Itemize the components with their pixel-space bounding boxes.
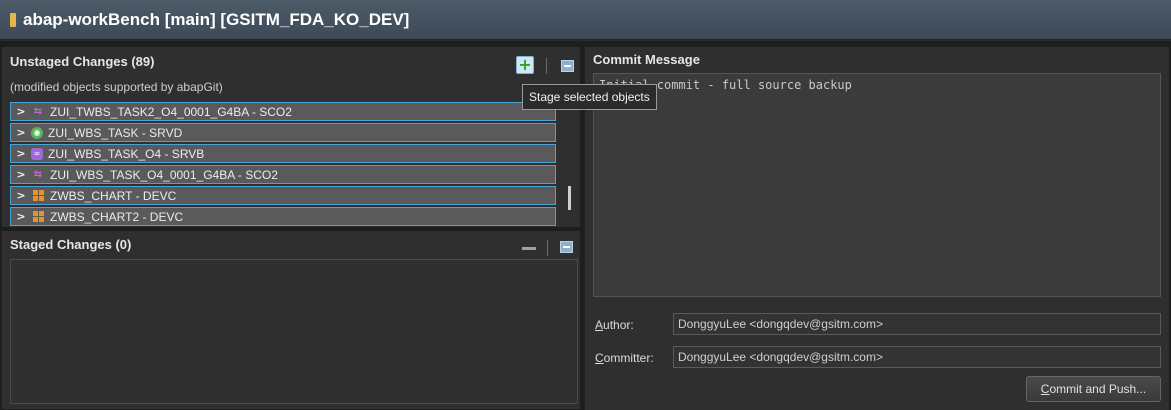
chevron-right-icon[interactable]: >: [14, 147, 28, 160]
tree-row-label: ZWBS_CHART2 - DEVC: [50, 209, 184, 224]
workbench-body: Unstaged Changes (89) (modified objects …: [0, 41, 1171, 410]
unstaged-changes-subtitle: (modified objects supported by abapGit): [10, 80, 223, 94]
tree-row-label: ZUI_TWBS_TASK2_O4_0001_G4BA - SCO2: [50, 104, 292, 119]
commit-message-title: Commit Message: [593, 52, 700, 67]
tree-row-label: ZUI_WBS_TASK_O4_0001_G4BA - SCO2: [50, 167, 278, 182]
srvb-icon: ∞: [31, 147, 43, 160]
minus-icon: [522, 246, 536, 250]
collapse-all-icon: [559, 241, 573, 253]
staged-list[interactable]: [10, 259, 578, 404]
window-title: abap-workBench [main] [GSITM_FDA_KO_DEV]: [23, 9, 410, 29]
commit-and-push-button[interactable]: Commit and Push...: [1026, 376, 1161, 402]
collapse-all-button[interactable]: [557, 238, 575, 256]
window-title-bar: abap-workBench [main] [GSITM_FDA_KO_DEV]: [0, 0, 1171, 40]
stage-tooltip: Stage selected objects: [522, 84, 657, 110]
collapse-all-button[interactable]: [558, 57, 576, 75]
committer-label: Committer:: [595, 351, 654, 365]
committer-field[interactable]: DonggyuLee <dongqdev@gsitm.com>: [673, 346, 1161, 368]
tree-row[interactable]: > ◉ ZUI_WBS_TASK - SRVD: [10, 123, 556, 142]
toolbar-separator: [547, 240, 548, 256]
chevron-right-icon[interactable]: >: [14, 105, 28, 118]
staged-changes-panel: Staged Changes (0): [2, 231, 580, 409]
repository-icon: [10, 12, 16, 27]
unstaged-changes-title: Unstaged Changes (89): [10, 54, 155, 69]
tree-row[interactable]: > ZWBS_CHART2 - DEVC: [10, 207, 556, 226]
srvd-icon: ◉: [31, 126, 43, 139]
toolbar-separator: [546, 58, 547, 74]
collapse-all-icon: [560, 60, 574, 72]
tree-row[interactable]: > ZWBS_CHART - DEVC: [10, 186, 556, 205]
unstage-button[interactable]: [520, 239, 538, 257]
unstaged-changes-panel: Unstaged Changes (89) (modified objects …: [2, 47, 580, 227]
stage-selected-button[interactable]: +: [516, 56, 534, 74]
tree-row[interactable]: > ∞ ZUI_WBS_TASK_O4 - SRVB: [10, 144, 556, 163]
chevron-right-icon[interactable]: >: [14, 189, 28, 202]
author-label: Author:: [595, 318, 634, 332]
tree-row-label: ZUI_WBS_TASK_O4 - SRVB: [48, 146, 205, 161]
package-icon: [31, 211, 45, 223]
chevron-right-icon[interactable]: >: [14, 210, 28, 223]
unstaged-tree: > ⇆ ZUI_TWBS_TASK2_O4_0001_G4BA - SCO2 >…: [10, 102, 558, 227]
tree-row-label: ZUI_WBS_TASK - SRVD: [48, 125, 183, 140]
plus-icon: +: [518, 55, 532, 74]
tree-row[interactable]: > ⇆ ZUI_WBS_TASK_O4_0001_G4BA - SCO2: [10, 165, 556, 184]
sco2-icon: ⇆: [33, 169, 43, 180]
vertical-scrollbar[interactable]: [568, 186, 571, 210]
commit-message-input[interactable]: Initial commit - full source backup: [593, 73, 1161, 297]
chevron-right-icon[interactable]: >: [14, 168, 28, 181]
package-icon: [31, 190, 45, 202]
sco2-icon: ⇆: [33, 106, 43, 117]
staged-changes-title: Staged Changes (0): [10, 237, 132, 252]
tree-row-label: ZWBS_CHART - DEVC: [50, 188, 177, 203]
commit-panel: Commit Message Initial commit - full sou…: [585, 47, 1169, 410]
author-field[interactable]: DonggyuLee <dongqdev@gsitm.com>: [673, 313, 1161, 335]
tree-row[interactable]: > ⇆ ZUI_TWBS_TASK2_O4_0001_G4BA - SCO2: [10, 102, 556, 121]
chevron-right-icon[interactable]: >: [14, 126, 28, 139]
